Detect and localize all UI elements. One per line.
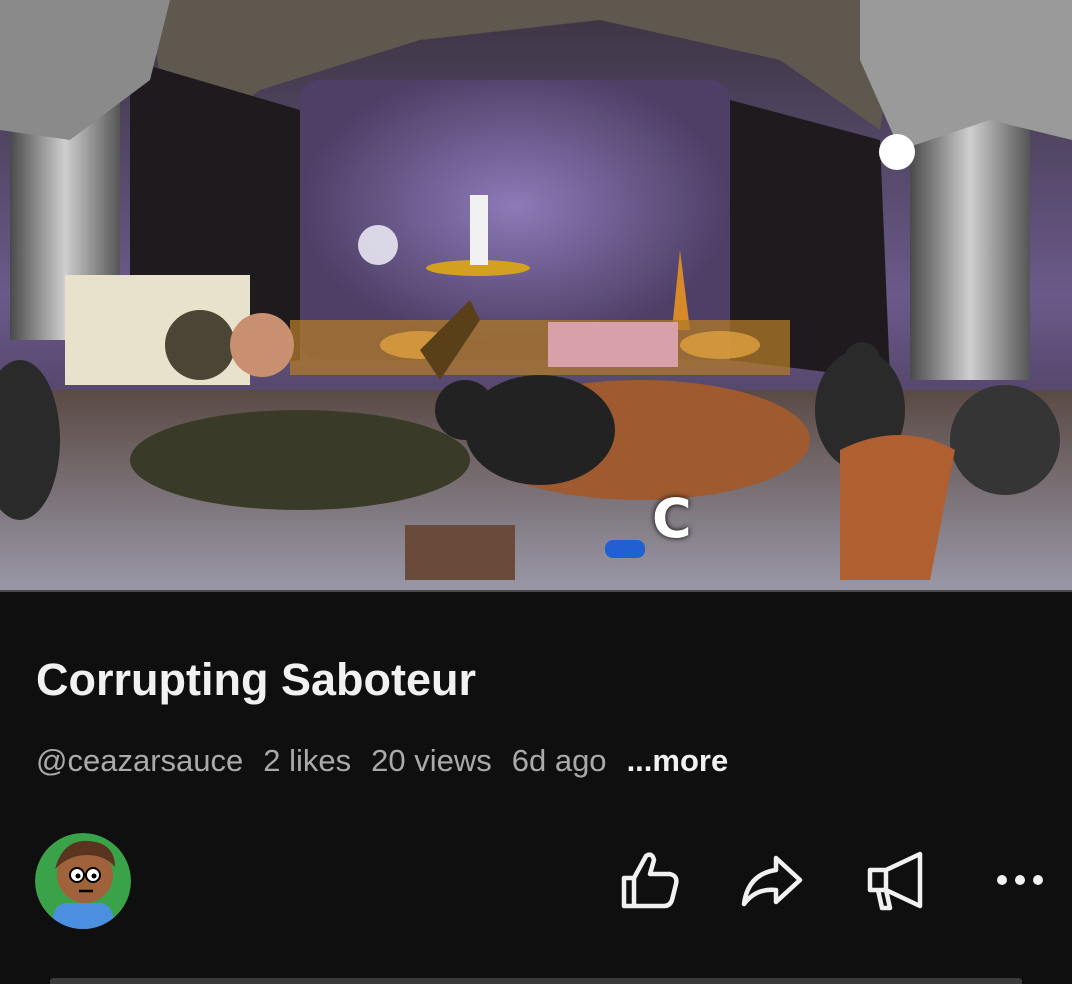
share-icon bbox=[741, 855, 803, 907]
like-button[interactable] bbox=[618, 848, 682, 912]
channel-avatar[interactable] bbox=[35, 833, 131, 929]
views-count: 20 views bbox=[371, 743, 492, 778]
share-button[interactable] bbox=[740, 848, 804, 912]
report-button[interactable] bbox=[864, 848, 928, 912]
bottom-sheet-edge bbox=[50, 978, 1022, 984]
more-options-button[interactable] bbox=[988, 848, 1052, 912]
shorts-player: C Corrupting Saboteur @ceazarsauce 2 lik… bbox=[0, 0, 1072, 984]
video-scene bbox=[0, 0, 1072, 592]
video-caption-text: C bbox=[652, 487, 692, 550]
video-frame[interactable]: C bbox=[0, 0, 1072, 592]
more-link[interactable]: ...more bbox=[627, 743, 729, 779]
video-title[interactable]: Corrupting Saboteur bbox=[36, 655, 476, 705]
upload-age: 6d ago bbox=[511, 743, 607, 778]
channel-handle[interactable]: @ceazarsauce bbox=[36, 743, 243, 779]
likes-count: 2 likes bbox=[263, 743, 352, 778]
video-metadata: @ceazarsauce 2 likes 20 views 6d ago ...… bbox=[36, 743, 728, 779]
report-icon bbox=[867, 851, 923, 911]
more-icon bbox=[997, 875, 1043, 885]
progress-track[interactable] bbox=[0, 590, 1072, 592]
avatar-image bbox=[35, 833, 131, 929]
like-icon bbox=[621, 852, 679, 909]
